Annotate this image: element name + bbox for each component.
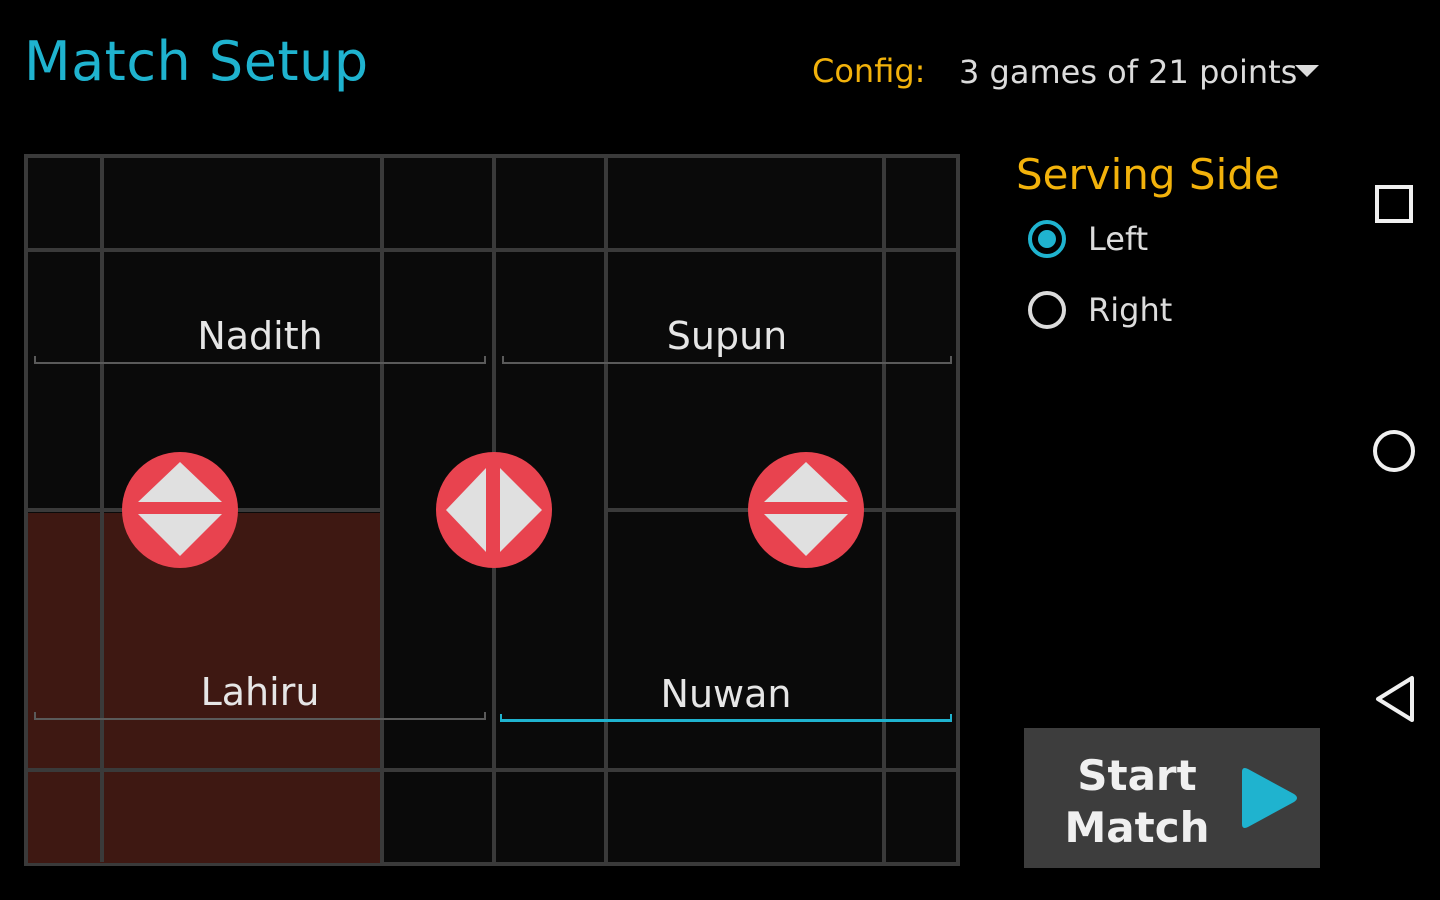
player-input-bottom-left[interactable]: Lahiru xyxy=(34,664,486,720)
swap-vertical-icon xyxy=(138,462,222,556)
config-label: Config: xyxy=(812,52,926,90)
config-value: 3 games of 21 points xyxy=(959,53,1298,91)
swap-left-players-button[interactable] xyxy=(122,452,238,568)
radio-label: Left xyxy=(1088,220,1149,258)
player-input-top-left[interactable]: Nadith xyxy=(34,308,486,364)
player-input-top-right[interactable]: Supun xyxy=(502,308,952,364)
court-line xyxy=(28,248,956,252)
player-name: Nadith xyxy=(197,314,323,358)
court-line xyxy=(380,158,384,862)
config-dropdown[interactable]: 3 games of 21 points xyxy=(945,40,1337,104)
start-match-button[interactable]: Start Match xyxy=(1024,728,1320,868)
start-label-line: Start xyxy=(1077,751,1197,800)
input-underline xyxy=(34,356,486,364)
radio-label: Right xyxy=(1088,291,1173,329)
start-match-label: Start Match xyxy=(1062,750,1212,854)
radio-option-right[interactable]: Right xyxy=(1028,291,1172,329)
badminton-court: Nadith Supun Lahiru Nuwan xyxy=(24,154,960,866)
swap-vertical-icon xyxy=(764,462,848,556)
input-underline xyxy=(502,356,952,364)
swap-horizontal-icon xyxy=(446,468,542,552)
player-name: Lahiru xyxy=(200,670,320,714)
input-underline-active xyxy=(500,714,952,722)
play-icon xyxy=(1242,768,1297,828)
player-name: Nuwan xyxy=(660,672,792,716)
home-circle-icon[interactable] xyxy=(1371,428,1417,474)
radio-button[interactable] xyxy=(1028,220,1066,258)
start-label-line: Match xyxy=(1064,803,1210,852)
page-title: Match Setup xyxy=(24,30,369,93)
input-underline xyxy=(34,712,486,720)
radio-button[interactable] xyxy=(1028,291,1066,329)
player-input-bottom-right[interactable]: Nuwan xyxy=(500,666,952,722)
court-line xyxy=(28,768,956,772)
serving-side-title: Serving Side xyxy=(1016,150,1280,199)
back-triangle-icon[interactable] xyxy=(1372,674,1418,724)
recents-square-icon[interactable] xyxy=(1374,184,1414,224)
player-name: Supun xyxy=(666,314,788,358)
swap-right-players-button[interactable] xyxy=(748,452,864,568)
swap-sides-button[interactable] xyxy=(436,452,552,568)
radio-option-left[interactable]: Left xyxy=(1028,220,1148,258)
dropdown-arrow-icon xyxy=(1295,65,1319,77)
